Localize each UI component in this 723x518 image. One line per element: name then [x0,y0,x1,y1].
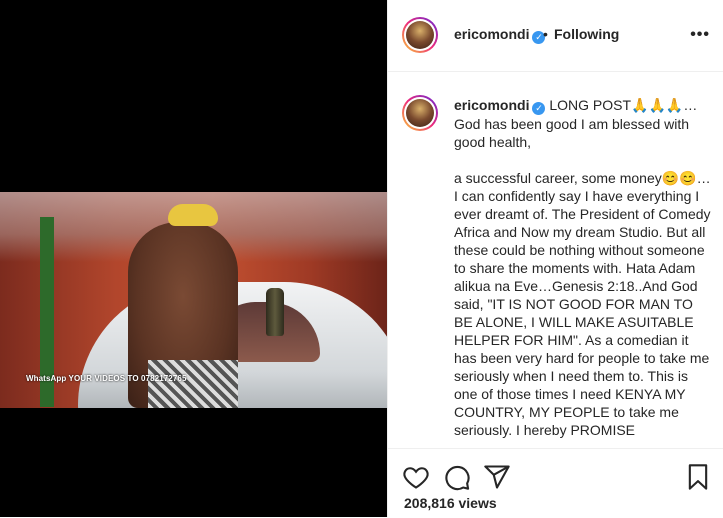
caption-avatar[interactable] [402,95,438,131]
caption-line-2: a successful career, some money😊😊…I can … [454,170,711,438]
post-sidebar: ericomondi ✓ • Following ••• ericomondi ✓ … [387,0,723,517]
following-button[interactable]: Following [554,26,619,42]
post-header: ericomondi ✓ • Following ••• [388,0,723,72]
avatar-image [406,21,434,49]
header-username[interactable]: ericomondi [454,26,529,42]
caption-area: ericomondi ✓ LONG POST🙏🙏🙏…God has been go… [388,71,723,448]
action-bar: 208,816 views [388,448,723,518]
separator-dot: • [543,26,548,42]
view-count[interactable]: 208,816 views [404,495,497,511]
video-watermark: WhatsApp YOUR VIDEOS TO 0782172765 [26,374,187,383]
caption-username[interactable]: ericomondi [454,97,529,113]
person-hair [168,204,218,226]
bookmark-icon[interactable] [684,463,712,491]
avatar-image [406,99,434,127]
instagram-post-view: WhatsApp YOUR VIDEOS TO 0782172765 erico… [0,0,723,517]
person-pants [148,360,238,408]
comment-icon[interactable] [443,463,471,491]
share-icon[interactable] [483,463,511,491]
bottle [266,288,284,336]
verified-icon: ✓ [532,102,546,115]
more-options-icon[interactable]: ••• [690,26,710,44]
avatar[interactable] [402,17,438,53]
heart-icon[interactable] [402,463,430,491]
caption-text: ericomondi ✓ LONG POST🙏🙏🙏…God has been go… [454,96,712,439]
post-media[interactable]: WhatsApp YOUR VIDEOS TO 0782172765 [0,0,387,517]
header-username-group[interactable]: ericomondi ✓ [454,26,546,44]
